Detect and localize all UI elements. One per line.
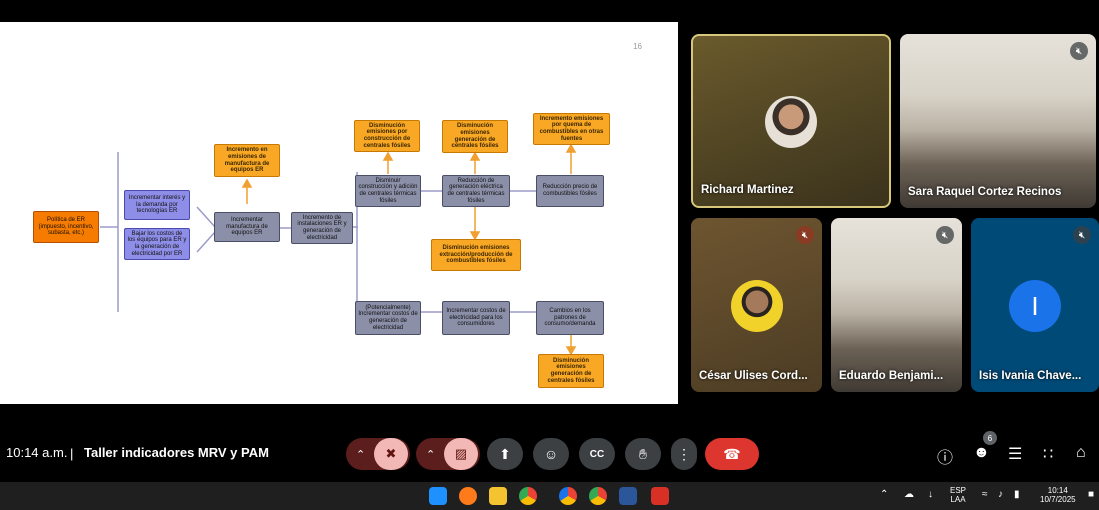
participant-tile-sara[interactable]: 🔇︎ Sara Raquel Cortez Recinos [900,34,1096,208]
mic-off-icon: 🔇︎ [1070,42,1088,60]
input-language-indicator[interactable]: ESP LAA [950,486,966,505]
box-incrementar-manufactura: Incrementar manufactura de equipos ER [214,212,280,242]
acrobat-icon[interactable] [651,487,669,505]
word-icon[interactable] [619,487,637,505]
mic-off-icon: 🔇︎ [1073,226,1091,244]
presented-slide: 16 Política de ER (impuesto, incentivo, … [0,22,678,404]
participant-tile-isis[interactable]: 🔇︎ I Isis Ivania Chave... [971,218,1099,392]
chrome-profile-icon[interactable] [559,487,577,505]
box-bajar-costos: Bajar los costos de los equipos para ER … [124,228,190,260]
mic-off-icon: 🔇︎ [796,226,814,244]
participant-name: César Ulises Cord... [699,370,808,382]
taskbar-clock[interactable]: 10:14 10/7/2025 [1040,486,1076,505]
meeting-control-bar: 10:14 a.m. | Taller indicadores MRV y PA… [0,428,1099,478]
participant-name: Eduardo Benjami... [839,370,944,382]
box-incrementar-interes: Incrementar interés y la demanda por tec… [124,190,190,220]
box-incremento-emisiones-manufactura: Incremento en emisiones de manufactura d… [214,144,280,177]
box-reduccion-generacion: Reducción de generación eléctrica de cen… [442,175,510,207]
participant-tile-cesar[interactable]: 🔇︎ César Ulises Cord... [691,218,822,392]
activities-icon[interactable]: ∷ [1043,444,1053,464]
people-count-badge: 6 [983,431,997,445]
start-button-icon[interactable] [429,487,447,505]
firefox-icon[interactable] [459,487,477,505]
participant-initial-avatar: I [1009,280,1061,332]
host-controls-icon[interactable]: ⌂ [1076,444,1086,462]
box-potencialmente-incrementar-costos: (Potencialmente) Incrementar costos de g… [355,301,421,335]
more-options-button[interactable]: ⋮ [671,438,697,470]
file-explorer-icon[interactable] [489,487,507,505]
box-disminuir-construccion: Disminuir construcción y adición de cent… [355,175,421,207]
captions-button[interactable]: CC [579,438,615,470]
title-separator: | [70,446,74,461]
box-disminucion-emisiones-generacion-top: Disminución emisiones generación de cent… [442,120,508,153]
box-disminucion-emisiones-extraccion: Disminución emisiones extracción/producc… [431,239,521,271]
box-incrementar-costos-consumidores: Incrementar costos de electricidad para … [442,301,510,335]
chat-icon[interactable]: ☰ [1008,444,1022,464]
tray-mic-icon[interactable]: ↓ [928,489,933,500]
tray-overflow-chevron-icon[interactable]: ⌃ [880,489,888,500]
wifi-icon[interactable]: ≈ [982,489,988,500]
meet-window: 16 Política de ER (impuesto, incentivo, … [0,0,1099,510]
participant-name: Richard Martinez [701,184,794,196]
keyboard-layout: LAA [950,494,966,504]
meeting-title: Taller indicadores MRV y PAM [84,445,269,460]
participant-avatar [765,96,817,148]
video-control-group: ⌃ ▨ [416,438,480,470]
raise-hand-button[interactable]: ✋︎ [625,438,661,470]
volume-icon[interactable]: ♪ [998,489,1003,500]
mic-off-button[interactable]: ✖ [374,438,408,470]
tray-app-icon[interactable]: ☁︎ [904,489,914,500]
camera-off-button[interactable]: ▨ [444,438,478,470]
box-reduccion-precio: Reducción precio de combustibles fósiles [536,175,604,207]
leave-call-button[interactable]: ☎︎ [705,438,759,470]
video-options-chevron-icon[interactable]: ⌃ [426,448,435,461]
box-incremento-instalaciones: Incremento de instalaciones ER y generac… [291,212,353,244]
meeting-details-icon[interactable]: ⓘ [937,444,953,468]
audio-control-group: ⌃ ✖ [346,438,410,470]
audio-options-chevron-icon[interactable]: ⌃ [356,448,365,461]
notification-icon[interactable]: ■ [1088,489,1094,500]
participant-tile-eduardo[interactable]: 🔇︎ Eduardo Benjami... [831,218,962,392]
present-screen-button[interactable]: ⬆︎ [487,438,523,470]
people-icon[interactable]: ☻ [973,444,990,462]
windows-taskbar: ⌃ ☁︎ ↓ ESP LAA ≈ ♪ ▮ 10:14 10/7/2025 ■ [0,482,1099,510]
box-cambios-patrones: Cambios en los patrones de consumo/deman… [536,301,604,335]
battery-icon[interactable]: ▮ [1014,489,1020,500]
participant-avatar [731,280,783,332]
reactions-button[interactable]: ☺︎ [533,438,569,470]
box-disminucion-emisiones-construccion: Disminución emisiones por construcción d… [354,120,420,152]
participant-tile-richard[interactable]: Richard Martinez [691,34,891,208]
meeting-clock: 10:14 a.m. [6,445,68,460]
box-incremento-emisiones-quema: Incremento emisiones por quema de combus… [533,113,610,145]
chrome-icon[interactable] [519,487,537,505]
chrome-profile-2-icon[interactable] [589,487,607,505]
participant-name: Sara Raquel Cortez Recinos [908,186,1062,198]
participant-name: Isis Ivania Chave... [979,370,1082,382]
box-disminucion-emisiones-generacion-bottom: Disminución emisiones generación de cent… [538,354,604,388]
box-politica-er: Política de ER (impuesto, incentivo, sub… [33,211,99,243]
taskbar-date: 10/7/2025 [1040,494,1076,504]
mic-off-icon: 🔇︎ [936,226,954,244]
